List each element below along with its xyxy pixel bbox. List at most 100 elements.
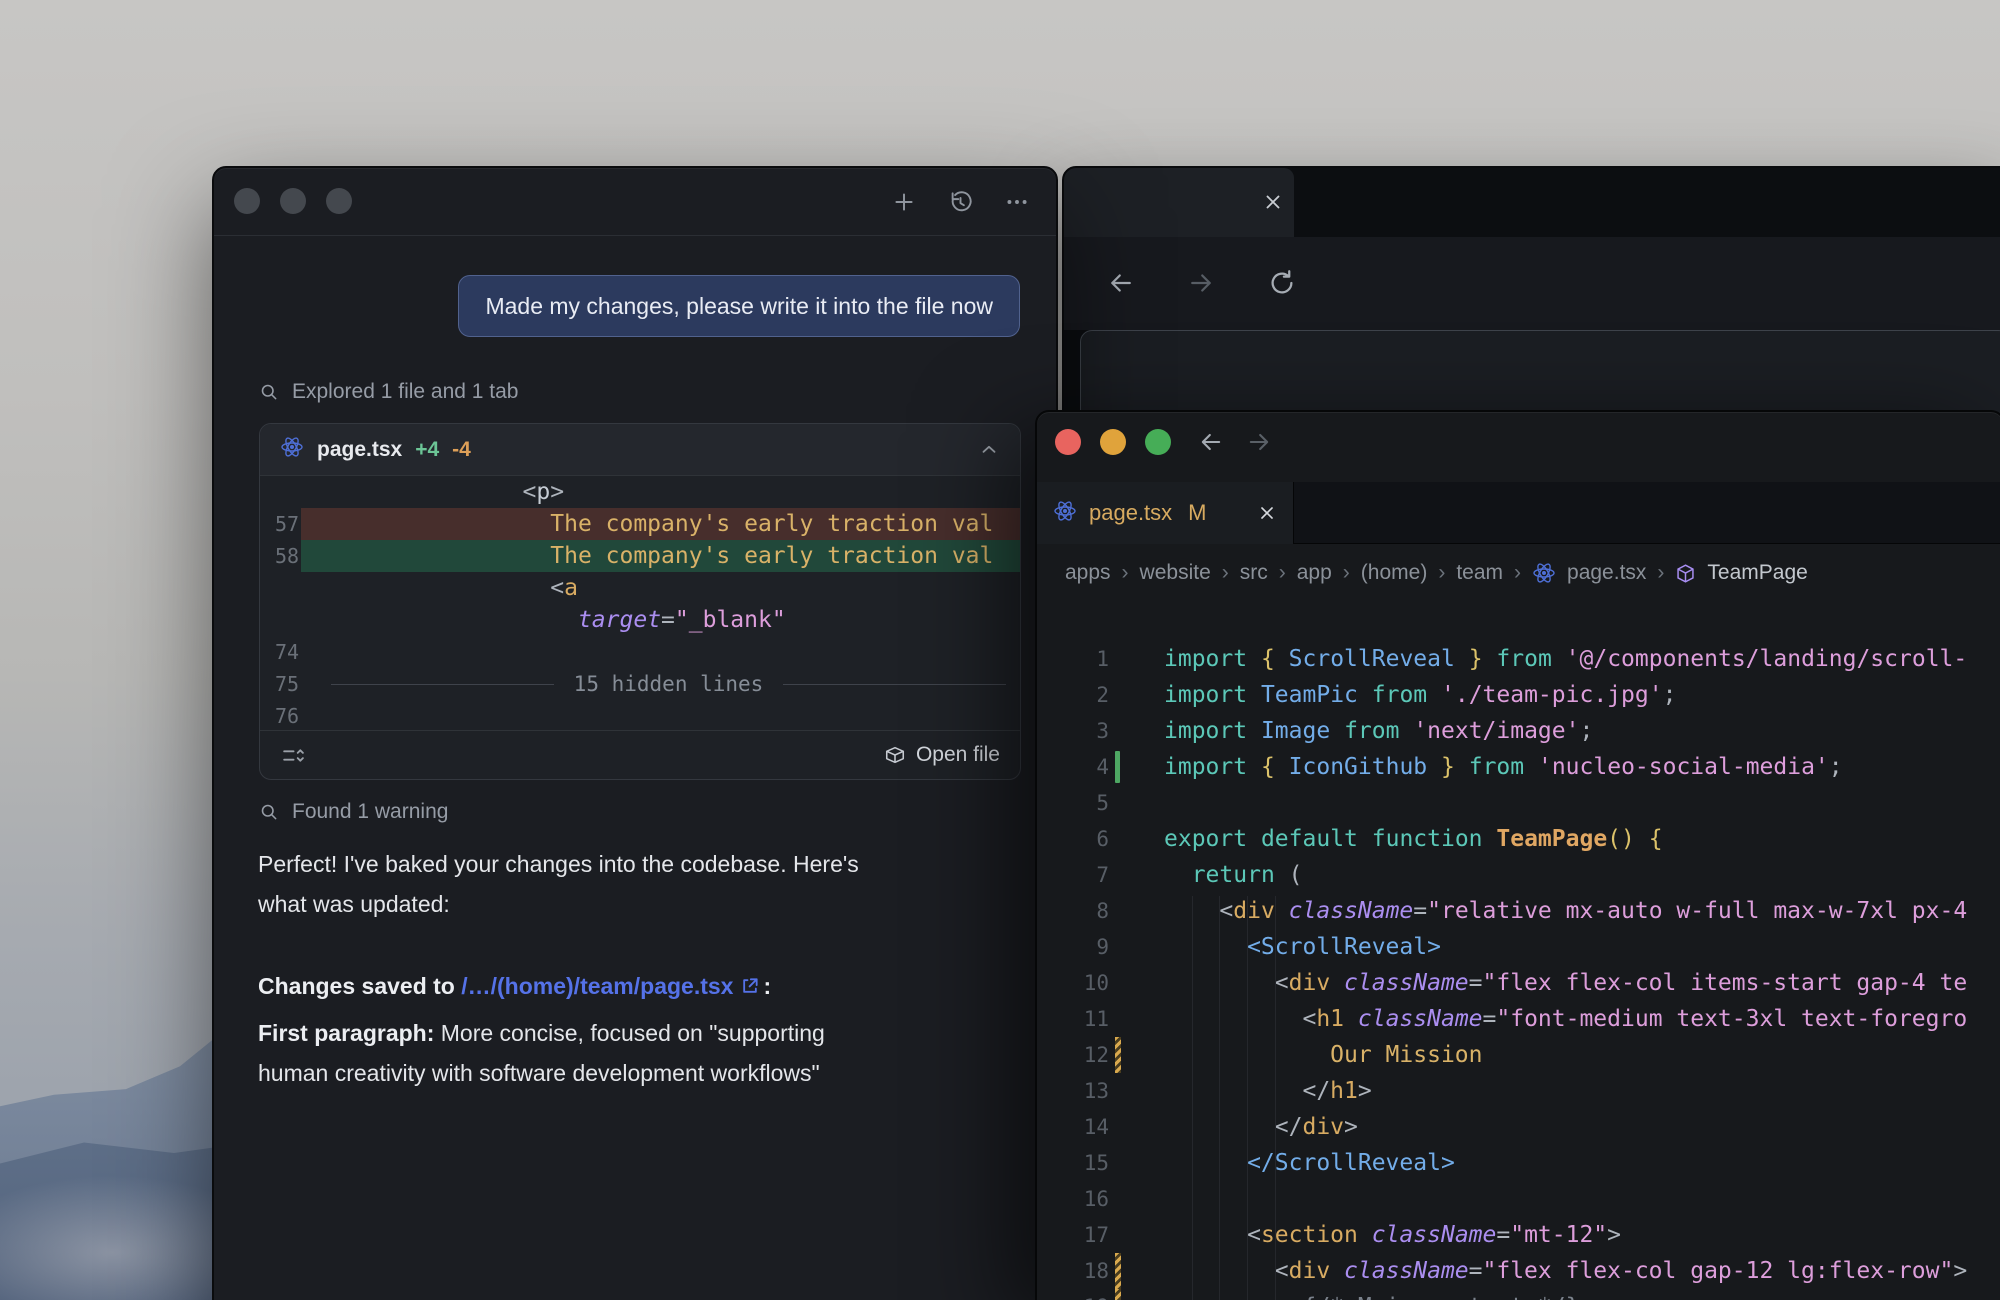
code-line[interactable]: 6export default function TeamPage() { [1037, 821, 2000, 857]
diff-row: <a [260, 572, 1020, 604]
git-gutter [1115, 1001, 1123, 1037]
breadcrumb: apps›website›src›app›(home)›team› page.t… [1037, 544, 2000, 602]
line-number: 15 [1037, 1145, 1109, 1181]
code-line[interactable]: 8 <div className="relative mx-auto w-ful… [1037, 893, 2000, 929]
history-icon[interactable] [947, 189, 974, 216]
traffic-light-zoom[interactable] [326, 188, 352, 214]
code-text: </h1> [1164, 1073, 1372, 1109]
hidden-lines-label[interactable]: 15 hidden lines [574, 672, 764, 696]
git-gutter [1115, 1073, 1123, 1109]
code-line[interactable]: 1import { ScrollReveal } from '@/compone… [1037, 641, 2000, 677]
code-line[interactable]: 11 <h1 className="font-medium text-3xl t… [1037, 1001, 2000, 1037]
diff-row: 58 The company's early traction val [260, 540, 1020, 572]
back-icon[interactable] [1197, 428, 1225, 456]
git-gutter [1115, 857, 1123, 893]
traffic-light-close[interactable] [1055, 429, 1081, 455]
traffic-light-close[interactable] [234, 188, 260, 214]
diff-line-number: 75 [260, 668, 301, 700]
git-gutter [1115, 1109, 1123, 1145]
tab-modified-badge: M [1188, 500, 1206, 526]
assistant-reply-point: First paragraph: More concise, focused o… [258, 973, 1038, 1093]
forward-icon[interactable] [1186, 268, 1216, 298]
line-number: 5 [1037, 785, 1109, 821]
code-line[interactable]: 15 </ScrollReveal> [1037, 1145, 2000, 1181]
diff-row: 57 The company's early traction val [260, 508, 1020, 540]
user-message-text: Made my changes, please write it into th… [485, 293, 993, 320]
code-line[interactable]: 2import TeamPic from './team-pic.jpg'; [1037, 677, 2000, 713]
git-gutter [1115, 713, 1123, 749]
diff-card-header[interactable]: page.tsx +4 -4 [260, 424, 1020, 476]
editor-window[interactable]: page.tsx M apps›website›src›app›(home)›t… [1035, 410, 2000, 1300]
git-gutter-yellow-marker [1115, 1037, 1123, 1073]
code-text: </ScrollReveal> [1164, 1145, 1455, 1181]
code-text: </div> [1164, 1109, 1358, 1145]
line-number: 14 [1037, 1109, 1109, 1145]
reload-icon[interactable] [1267, 268, 1297, 298]
close-icon[interactable] [1257, 503, 1277, 523]
open-file-button[interactable]: Open file [884, 743, 1000, 767]
line-number: 10 [1037, 965, 1109, 1001]
code-line[interactable]: 12 Our Mission [1037, 1037, 2000, 1073]
code-text: <h1 className="font-medium text-3xl text… [1164, 1001, 1967, 1037]
breadcrumb-item-website[interactable]: website [1140, 561, 1211, 585]
diff-line-number [260, 572, 301, 604]
breadcrumb-item-team[interactable]: team [1456, 561, 1503, 585]
tab-page-tsx[interactable]: page.tsx M [1037, 482, 1294, 544]
diff-card-footer: Open file [260, 730, 1020, 779]
code-line[interactable]: 17 <section className="mt-12"> [1037, 1217, 2000, 1253]
warning-status-row: Found 1 warning [259, 800, 448, 824]
traffic-light-zoom[interactable] [1145, 429, 1171, 455]
breadcrumb-item-src[interactable]: src [1240, 561, 1268, 585]
line-number: 8 [1037, 893, 1109, 929]
diff-row: target="_blank" [260, 604, 1020, 636]
git-gutter [1115, 677, 1123, 713]
breadcrumb-separator: › [1343, 561, 1350, 585]
breadcrumb-item-apps[interactable]: apps [1065, 561, 1111, 585]
git-gutter [1115, 893, 1123, 929]
code-line[interactable]: 4import { IconGithub } from 'nucleo-soci… [1037, 749, 2000, 785]
code-line[interactable]: 18 <div className="flex flex-col gap-12 … [1037, 1253, 2000, 1289]
line-number: 1 [1037, 641, 1109, 677]
breadcrumb-item-home[interactable]: (home) [1361, 561, 1428, 585]
diff-code-text: target="_blank" [301, 604, 1020, 636]
git-gutter [1115, 641, 1123, 677]
expand-lines-icon[interactable] [280, 743, 305, 768]
explored-status-row: Explored 1 file and 1 tab [259, 380, 519, 404]
code-line[interactable]: 19 {/* Main content */} [1037, 1289, 2000, 1300]
breadcrumb-item-pagetsx[interactable]: page.tsx [1567, 561, 1646, 585]
code-line[interactable]: 14 </div> [1037, 1109, 2000, 1145]
open-file-label: Open file [916, 743, 1000, 767]
git-gutter-yellow-marker [1115, 1253, 1123, 1289]
editor-tab-bar: page.tsx M [1037, 482, 2000, 544]
code-line[interactable]: 3import Image from 'next/image'; [1037, 713, 2000, 749]
plus-icon[interactable] [891, 189, 917, 215]
code-line[interactable]: 16 [1037, 1181, 2000, 1217]
assistant-window[interactable]: Made my changes, please write it into th… [212, 166, 1058, 1300]
code-line[interactable]: 9 <ScrollReveal> [1037, 929, 2000, 965]
breadcrumb-item-app[interactable]: app [1297, 561, 1332, 585]
breadcrumb-item-teampage[interactable]: TeamPage [1707, 561, 1807, 585]
diff-row: 75 15 hidden lines [260, 668, 1020, 700]
code-line[interactable]: 7 return ( [1037, 857, 2000, 893]
code-line[interactable]: 10 <div className="flex flex-col items-s… [1037, 965, 2000, 1001]
more-icon[interactable] [1004, 189, 1030, 215]
diff-additions: +4 [415, 438, 439, 462]
traffic-light-minimize[interactable] [280, 188, 306, 214]
line-number: 18 [1037, 1253, 1109, 1289]
git-gutter [1115, 929, 1123, 965]
browser-tab[interactable] [1064, 168, 1294, 237]
code-line[interactable]: 13 </h1> [1037, 1073, 2000, 1109]
diff-row: 76 [260, 700, 1020, 732]
reply-point-label: First paragraph: [258, 1020, 434, 1046]
code-editor-area[interactable]: 1import { ScrollReveal } from '@/compone… [1037, 602, 2000, 1300]
forward-icon[interactable] [1245, 428, 1273, 456]
diff-deletions: -4 [452, 438, 471, 462]
back-icon[interactable] [1106, 268, 1136, 298]
diff-code-text: The company's early traction val [301, 508, 1020, 540]
traffic-light-minimize[interactable] [1100, 429, 1126, 455]
close-icon[interactable] [1262, 191, 1284, 213]
chevron-up-icon[interactable] [978, 439, 1000, 461]
code-text: <section className="mt-12"> [1164, 1217, 1621, 1253]
code-line[interactable]: 5 [1037, 785, 2000, 821]
code-text: import { IconGithub } from 'nucleo-socia… [1164, 749, 1843, 785]
